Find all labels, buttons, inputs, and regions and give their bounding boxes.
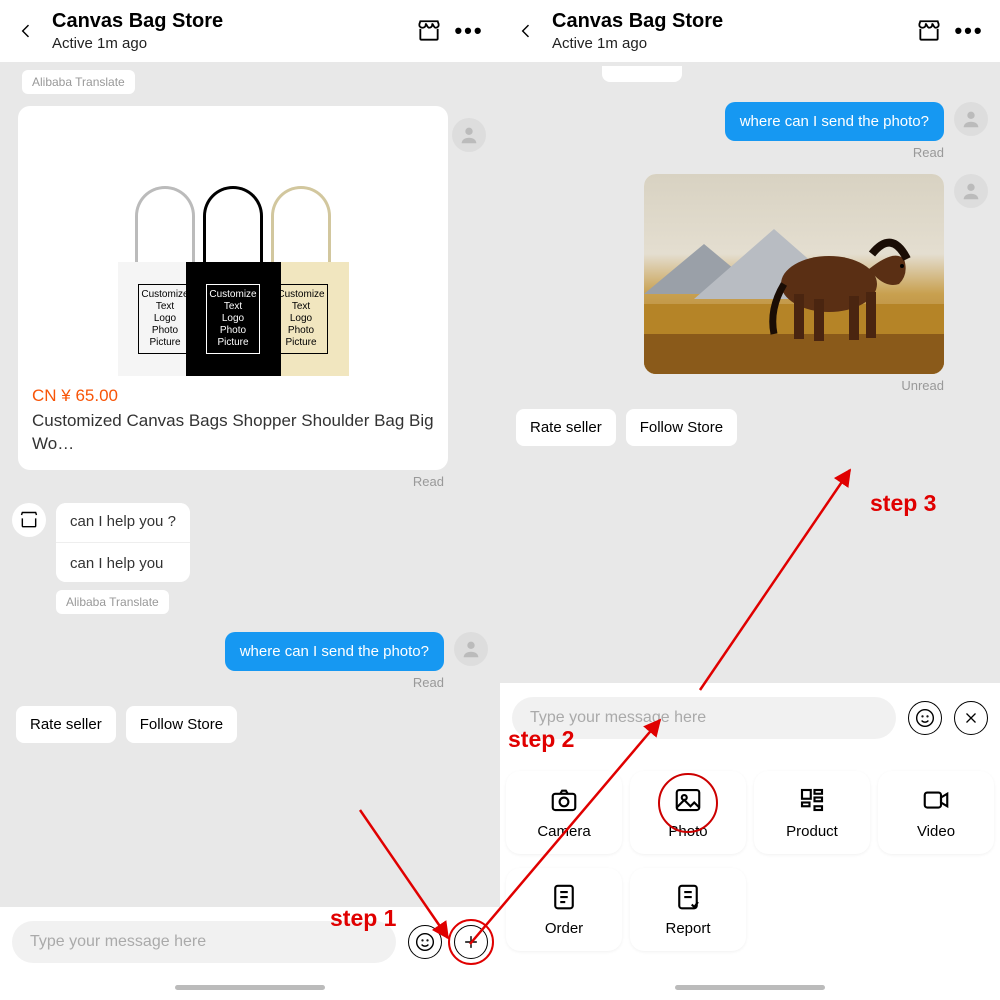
rate-seller-button[interactable]: Rate seller [516, 409, 616, 446]
store-title: Canvas Bag Store [52, 10, 406, 33]
camera-icon [549, 785, 579, 815]
chat-screen-left: Canvas Bag Store Active 1m ago ••• Aliba… [0, 0, 500, 1000]
seller-message-block: can I help you ? can I help you Alibaba … [56, 503, 448, 614]
read-status-2: Read [12, 675, 444, 690]
chevron-left-icon [16, 21, 36, 41]
emoji-button[interactable] [408, 925, 442, 959]
attach-product-label: Product [786, 823, 838, 840]
input-bar: Type your message here [0, 907, 500, 981]
message-input[interactable]: Type your message here [12, 921, 396, 963]
attach-report-label: Report [665, 920, 710, 937]
sent-image[interactable] [644, 174, 944, 374]
user-icon [960, 180, 982, 202]
translate-pill[interactable]: Alibaba Translate [22, 70, 135, 94]
user-avatar[interactable] [954, 102, 988, 136]
user-message: where can I send the photo? [725, 102, 944, 141]
user-icon [458, 124, 480, 146]
horse-image [644, 174, 944, 374]
home-indicator [175, 985, 325, 990]
input-bar: Type your message here [500, 683, 1000, 757]
follow-store-button[interactable]: Follow Store [626, 409, 737, 446]
user-message: where can I send the photo? [225, 632, 444, 671]
seller-msg-2: can I help you [56, 545, 177, 582]
rate-seller-button[interactable]: Rate seller [16, 706, 116, 743]
presence-status: Active 1m ago [552, 35, 906, 52]
storefront-icon [416, 18, 442, 44]
attach-camera-label: Camera [537, 823, 590, 840]
unread-status: Unread [512, 378, 944, 393]
more-button[interactable]: ••• [952, 14, 986, 48]
close-icon [962, 709, 980, 727]
attach-panel: Camera Photo Product Video Order [500, 757, 1000, 981]
user-avatar[interactable] [954, 174, 988, 208]
user-avatar[interactable] [454, 632, 488, 666]
attach-photo-button[interactable]: Photo [630, 771, 746, 854]
order-icon [549, 882, 579, 912]
back-button[interactable] [6, 11, 46, 51]
user-icon [960, 108, 982, 130]
dots-icon: ••• [454, 18, 483, 44]
home-indicator [675, 985, 825, 990]
plus-icon [461, 932, 481, 952]
photo-icon [673, 785, 703, 815]
attach-video-button[interactable]: Video [878, 771, 994, 854]
back-button[interactable] [506, 11, 546, 51]
storefront-icon [916, 18, 942, 44]
close-attach-button[interactable] [954, 701, 988, 735]
user-icon [460, 638, 482, 660]
report-icon [673, 882, 703, 912]
more-button[interactable]: ••• [452, 14, 486, 48]
header: Canvas Bag Store Active 1m ago ••• [500, 0, 1000, 62]
chat-screen-right: Canvas Bag Store Active 1m ago ••• where… [500, 0, 1000, 1000]
store-title: Canvas Bag Store [552, 10, 906, 33]
read-status: Read [512, 145, 944, 160]
chevron-left-icon [516, 21, 536, 41]
chat-area: Alibaba Translate Customize Text Logo Ph… [0, 62, 500, 907]
translate-pill-2[interactable]: Alibaba Translate [56, 590, 169, 614]
read-status: Read [12, 474, 444, 489]
attach-camera-button[interactable]: Camera [506, 771, 622, 854]
product-card[interactable]: Customize Text Logo Photo Picture Custom… [18, 106, 448, 470]
attach-button[interactable] [454, 925, 488, 959]
emoji-button[interactable] [908, 701, 942, 735]
product-title: Customized Canvas Bags Shopper Shoulder … [32, 410, 434, 456]
seller-msg-1: can I help you ? [56, 503, 190, 540]
smile-icon [915, 708, 935, 728]
store-button[interactable] [412, 14, 446, 48]
attach-product-button[interactable]: Product [754, 771, 870, 854]
product-icon [797, 785, 827, 815]
store-button[interactable] [912, 14, 946, 48]
chat-area: where can I send the photo? Read [500, 62, 1000, 683]
user-avatar[interactable] [452, 118, 486, 152]
partial-card-edge [602, 66, 682, 82]
presence-status: Active 1m ago [52, 35, 406, 52]
attach-video-label: Video [917, 823, 955, 840]
video-icon [921, 785, 951, 815]
header: Canvas Bag Store Active 1m ago ••• [0, 0, 500, 62]
attach-photo-label: Photo [668, 823, 707, 840]
follow-store-button[interactable]: Follow Store [126, 706, 237, 743]
message-input[interactable]: Type your message here [512, 697, 896, 739]
product-image: Customize Text Logo Photo Picture Custom… [32, 116, 434, 376]
smile-icon [415, 932, 435, 952]
dots-icon: ••• [954, 18, 983, 44]
attach-order-button[interactable]: Order [506, 868, 622, 951]
attach-order-label: Order [545, 920, 583, 937]
product-price: CN ¥ 65.00 [32, 386, 434, 406]
seller-avatar[interactable] [12, 503, 46, 537]
attach-report-button[interactable]: Report [630, 868, 746, 951]
storefront-icon [19, 510, 39, 530]
